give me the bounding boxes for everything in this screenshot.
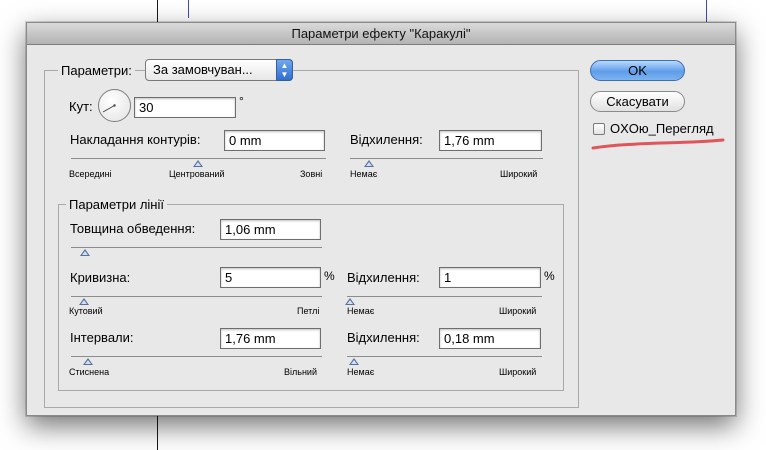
spacing-variation-input[interactable]: 0,18 mm (439, 328, 541, 349)
angle-label: Кут: (69, 99, 93, 114)
preset-dropdown[interactable]: За замовчуван... ▲ ▼ (145, 59, 293, 81)
variation-tick-wide: Широкий (500, 169, 538, 179)
background-window-edge-bottom (157, 414, 158, 450)
path-overlap-tick-inside: Всередині (69, 169, 112, 179)
stroke-width-slider-thumb[interactable] (80, 249, 90, 256)
background-window-edge-left (157, 0, 158, 22)
spacing-variation-label: Відхилення: (347, 330, 420, 345)
variation-input[interactable]: 1,76 mm (439, 130, 542, 151)
preset-dropdown-value: За замовчуван... (153, 62, 253, 77)
background-window-edge-blue-left (188, 0, 189, 18)
curviness-variation-slider-track[interactable] (347, 296, 542, 297)
variation-slider-thumb[interactable] (364, 160, 374, 167)
spacing-variation-slider-thumb[interactable] (349, 358, 359, 365)
curviness-variation-unit: % (544, 269, 555, 283)
path-overlap-tick-centered: Центрований (169, 169, 225, 179)
stroke-width-input[interactable]: 1,06 mm (220, 219, 321, 240)
stroke-width-label: Товщина обведення: (70, 221, 196, 236)
angle-unit: ° (239, 94, 244, 108)
spacing-slider-thumb[interactable] (83, 358, 93, 365)
curviness-input[interactable]: 5 (220, 267, 321, 288)
spacing-label: Інтервали: (70, 330, 134, 345)
dialog-title: Параметри ефекту "Каракулі" (27, 23, 735, 45)
red-annotation-underline (591, 138, 725, 150)
variation-slider-track[interactable] (350, 158, 543, 159)
curviness-tick-angular: Кутовий (69, 306, 103, 316)
angle-dial-needle-icon (102, 104, 116, 113)
curviness-variation-input[interactable]: 1 (439, 267, 541, 288)
curviness-tick-loops: Петлі (297, 306, 320, 316)
path-overlap-tick-outside: Зовні (300, 169, 323, 179)
curviness-slider-thumb[interactable] (79, 298, 89, 305)
ok-button[interactable]: OK (590, 60, 685, 81)
spacing-variation-tick-none: Немає (347, 367, 375, 377)
curviness-label: Кривизна: (70, 270, 131, 285)
preview-checkbox[interactable] (593, 123, 605, 135)
scribble-options-dialog: Параметри ефекту "Каракулі" Параметри: З… (26, 22, 736, 416)
angle-dial[interactable] (98, 89, 131, 122)
path-overlap-input[interactable]: 0 mm (224, 130, 325, 151)
settings-label: Параметри: (58, 63, 135, 78)
path-overlap-label: Накладання контурів: (70, 132, 201, 147)
spacing-input[interactable]: 1,76 mm (220, 328, 321, 349)
curviness-unit: % (324, 269, 335, 283)
variation-tick-none: Немає (350, 169, 378, 179)
spacing-tick-loose: Вільний (284, 367, 317, 377)
curviness-variation-label: Відхилення: (347, 270, 420, 285)
cancel-button[interactable]: Скасувати (590, 91, 685, 112)
curviness-variation-tick-wide: Широкий (499, 306, 537, 316)
spacing-slider-track[interactable] (71, 356, 322, 357)
dropdown-arrows-icon: ▲ ▼ (276, 59, 293, 81)
spacing-variation-slider-track[interactable] (347, 356, 542, 357)
stroke-width-slider-track[interactable] (71, 247, 322, 248)
spacing-variation-tick-wide: Широкий (499, 367, 537, 377)
curviness-variation-tick-none: Немає (347, 306, 375, 316)
path-overlap-slider-track[interactable] (71, 158, 326, 159)
angle-input[interactable]: 30 (134, 97, 236, 118)
spacing-tick-tight: Стиснена (69, 367, 110, 377)
curviness-variation-slider-thumb[interactable] (345, 298, 355, 305)
preview-label[interactable]: OXOю_Перегляд (610, 121, 714, 136)
line-options-legend: Параметри лінії (66, 197, 167, 212)
path-overlap-slider-thumb[interactable] (193, 160, 203, 167)
variation-label: Відхилення: (350, 132, 423, 147)
curviness-slider-track[interactable] (71, 296, 322, 297)
